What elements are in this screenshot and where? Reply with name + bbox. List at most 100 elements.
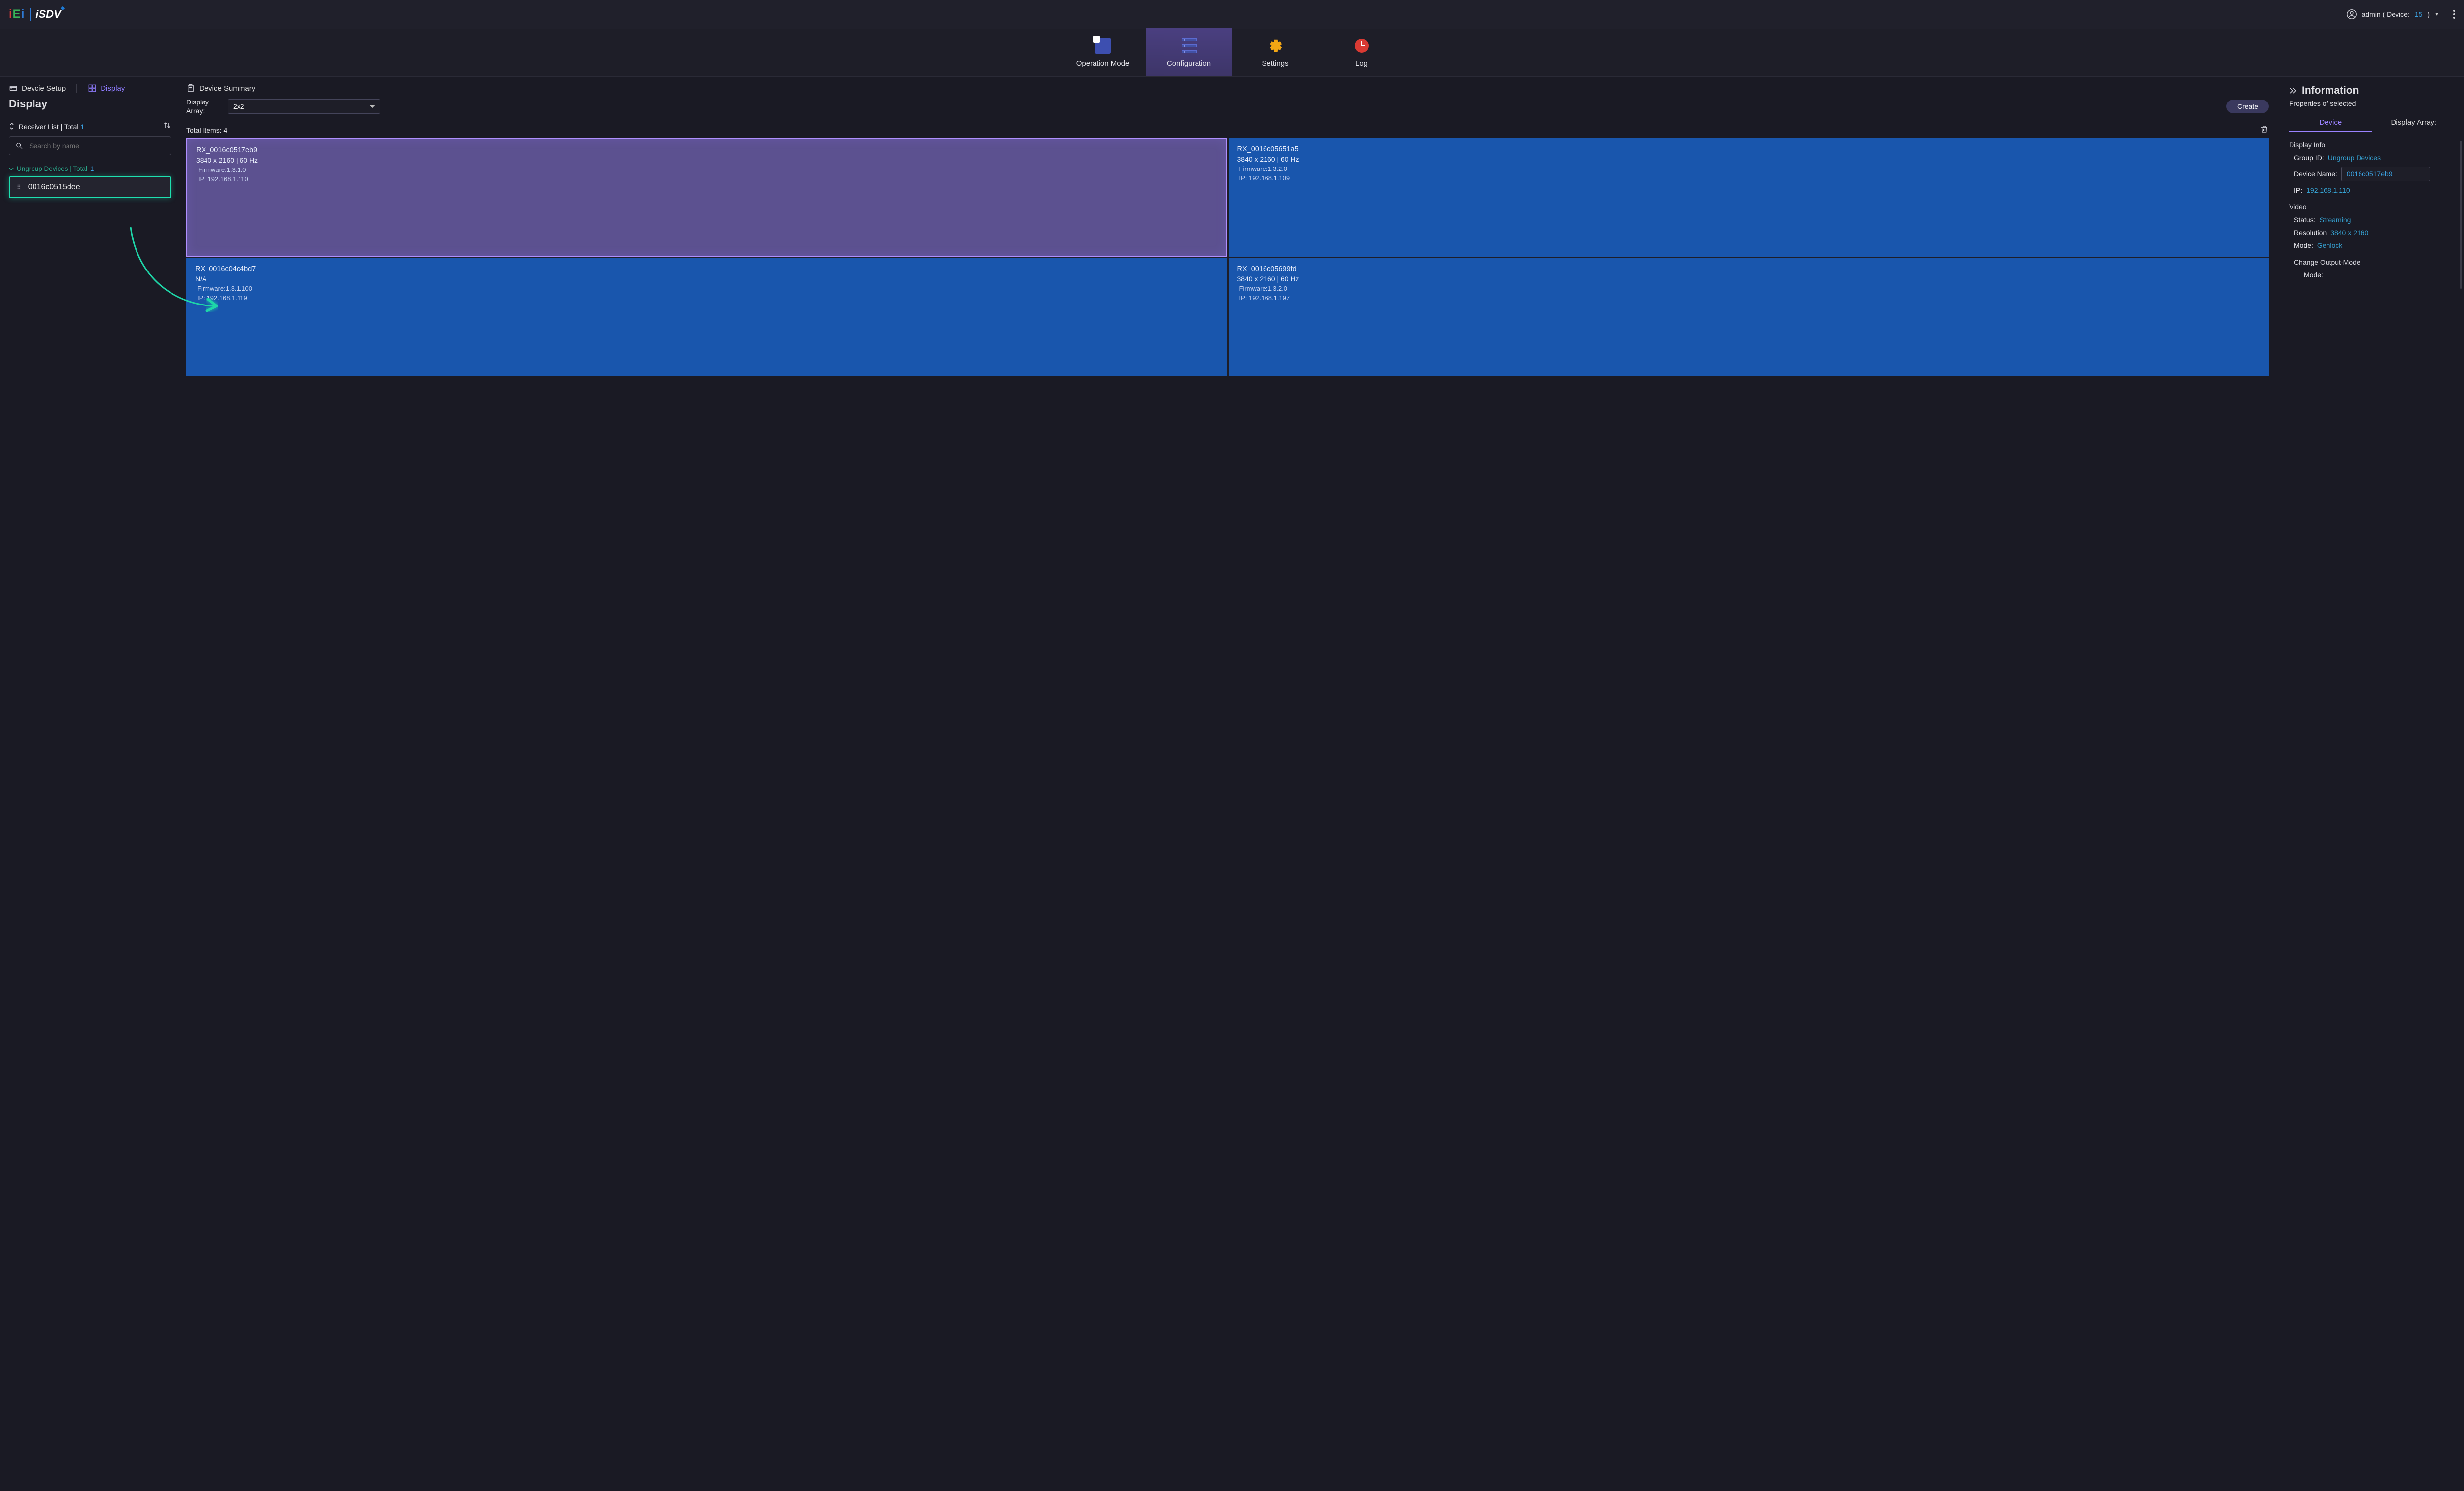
display-array-label: Display Array: [186, 98, 219, 115]
display-array-row: Display Array: 2x2 Create [186, 98, 2269, 115]
main-nav: Operation Mode Configuration Settings Lo… [0, 29, 2464, 77]
cell-firmware: Firmware:1.3.2.0 [1237, 165, 2260, 172]
grid-cell[interactable]: RX_0016c05699fd 3840 x 2160 | 60 Hz Firm… [1229, 258, 2269, 376]
center-panel: Device Summary Display Array: 2x2 Create… [177, 77, 2278, 1491]
kv-resolution: Resolution 3840 x 2160 [2294, 229, 2455, 237]
logo-block: iEi iSDV [9, 7, 61, 21]
search-box[interactable] [9, 136, 171, 155]
info-heading-text: Information [2302, 85, 2359, 97]
clipboard-icon [186, 84, 195, 93]
kv-group-id: Group ID: Ungroup Devices [2294, 154, 2455, 162]
info-tabs: Device Display Array: [2289, 114, 2455, 132]
receiver-total: 1 [80, 123, 84, 131]
user-icon [2346, 9, 2357, 20]
user-label-prefix: admin ( Device: [2362, 10, 2410, 18]
cell-resolution: 3840 x 2160 | 60 Hz [196, 156, 1217, 164]
device-setup-icon [9, 84, 18, 93]
device-name-input[interactable] [2341, 167, 2430, 181]
configuration-icon [1182, 38, 1197, 53]
display-array-select[interactable]: 2x2 [228, 99, 380, 114]
sidebar-title: Display [9, 98, 171, 110]
subtab-display-label: Display [101, 84, 125, 93]
kv-ip: IP: 192.168.1.110 [2294, 186, 2455, 194]
status-value: Streaming [2320, 216, 2351, 224]
double-chevron-icon [2289, 87, 2298, 94]
nav-configuration[interactable]: Configuration [1146, 28, 1232, 76]
gear-icon [1268, 38, 1283, 53]
operation-mode-icon [1095, 38, 1111, 54]
search-icon [15, 142, 23, 150]
logo-iei: iEi [9, 7, 25, 21]
kv-output-mode: Mode: [2304, 271, 2455, 279]
display-grid-icon [88, 84, 97, 93]
subtab-device-summary[interactable]: Device Summary [186, 84, 2269, 93]
cell-ip: IP: 192.168.1.109 [1237, 174, 2260, 182]
grid-cell[interactable]: RX_0016c05651a5 3840 x 2160 | 60 Hz Firm… [1229, 138, 2269, 257]
drag-grip-icon[interactable]: ⠿ [17, 184, 20, 191]
sidebar: Devcie Setup Display Display Receiver Li… [0, 77, 177, 1491]
logo-divider [30, 8, 31, 21]
cell-resolution: 3840 x 2160 | 60 Hz [1237, 155, 2260, 163]
section-display-info-title: Display Info [2289, 141, 2455, 149]
cell-firmware: Firmware:1.3.2.0 [1237, 285, 2260, 292]
subtab-device-setup[interactable]: Devcie Setup [9, 84, 66, 93]
kv-device-name: Device Name: [2294, 167, 2455, 181]
cell-ip: IP: 192.168.1.110 [196, 175, 1217, 183]
user-menu[interactable]: admin ( Device: 15 ) ▼ [2346, 9, 2455, 20]
ip-value: 192.168.1.110 [2306, 186, 2350, 194]
kv-status: Status: Streaming [2294, 216, 2455, 224]
grid-cell[interactable]: RX_0016c04c4bd7 N/A Firmware:1.3.1.100 I… [186, 258, 1227, 376]
info-tab-display-array[interactable]: Display Array: [2372, 114, 2456, 132]
nav-operation-mode-label: Operation Mode [1076, 59, 1129, 68]
cell-name: RX_0016c0517eb9 [196, 146, 1217, 154]
device-count: 15 [2415, 10, 2423, 18]
nav-settings[interactable]: Settings [1232, 28, 1318, 76]
change-output-title: Change Output-Mode [2294, 258, 2455, 266]
clock-icon [1355, 39, 1369, 53]
device-item-name: 0016c0515dee [28, 183, 80, 192]
mode-key: Mode: [2294, 241, 2313, 249]
grid-cell[interactable]: RX_0016c0517eb9 3840 x 2160 | 60 Hz Firm… [186, 138, 1227, 257]
status-key: Status: [2294, 216, 2316, 224]
group-id-key: Group ID: [2294, 154, 2324, 162]
cell-firmware: Firmware:1.3.1.0 [196, 166, 1217, 173]
section-video-title: Video [2289, 203, 2455, 211]
kv-mode: Mode: Genlock [2294, 241, 2455, 249]
group-header[interactable]: Ungroup Devices | Total 1 [9, 165, 171, 172]
total-items-label: Total Items: [186, 126, 222, 134]
output-mode-key: Mode: [2304, 271, 2323, 279]
subtab-device-summary-label: Device Summary [199, 84, 255, 93]
logo-isdv: iSDV [35, 8, 61, 21]
trash-icon [2260, 124, 2269, 134]
group-id-value: Ungroup Devices [2328, 154, 2381, 162]
search-input[interactable] [29, 142, 165, 150]
nav-operation-mode[interactable]: Operation Mode [1060, 28, 1146, 76]
sort-icon[interactable] [163, 121, 171, 132]
section-video: Video Status: Streaming Resolution 3840 … [2289, 203, 2455, 249]
group-total: 1 [90, 165, 94, 172]
user-label-suffix: ) [2427, 10, 2430, 18]
section-change-output: Change Output-Mode Mode: [2289, 258, 2455, 279]
subtab-device-setup-label: Devcie Setup [22, 84, 66, 93]
nav-log-label: Log [1355, 59, 1368, 68]
create-button[interactable]: Create [2226, 100, 2269, 113]
sub-tabs: Devcie Setup Display [9, 84, 171, 93]
ip-key: IP: [2294, 186, 2302, 194]
cell-ip: IP: 192.168.1.197 [1237, 294, 2260, 302]
kebab-menu-icon[interactable] [2453, 10, 2455, 19]
delete-button[interactable] [2260, 124, 2269, 136]
total-items-row: Total Items: 4 [186, 124, 2269, 136]
receiver-list-header: Receiver List | Total 1 [9, 121, 171, 132]
cell-resolution: 3840 x 2160 | 60 Hz [1237, 275, 2260, 283]
resolution-key: Resolution [2294, 229, 2327, 237]
expand-icon[interactable] [9, 123, 15, 131]
device-list-item[interactable]: ⠿ 0016c0515dee [9, 176, 171, 198]
nav-log[interactable]: Log [1318, 28, 1404, 76]
info-tab-device[interactable]: Device [2289, 114, 2372, 132]
top-bar: iEi iSDV admin ( Device: 15 ) ▼ [0, 0, 2464, 29]
caret-down-icon: ▼ [2434, 12, 2439, 17]
subtab-display[interactable]: Display [88, 84, 125, 93]
subtab-separator [76, 84, 77, 93]
receiver-list-label: Receiver List | Total [19, 123, 79, 131]
cell-name: RX_0016c05651a5 [1237, 145, 2260, 153]
